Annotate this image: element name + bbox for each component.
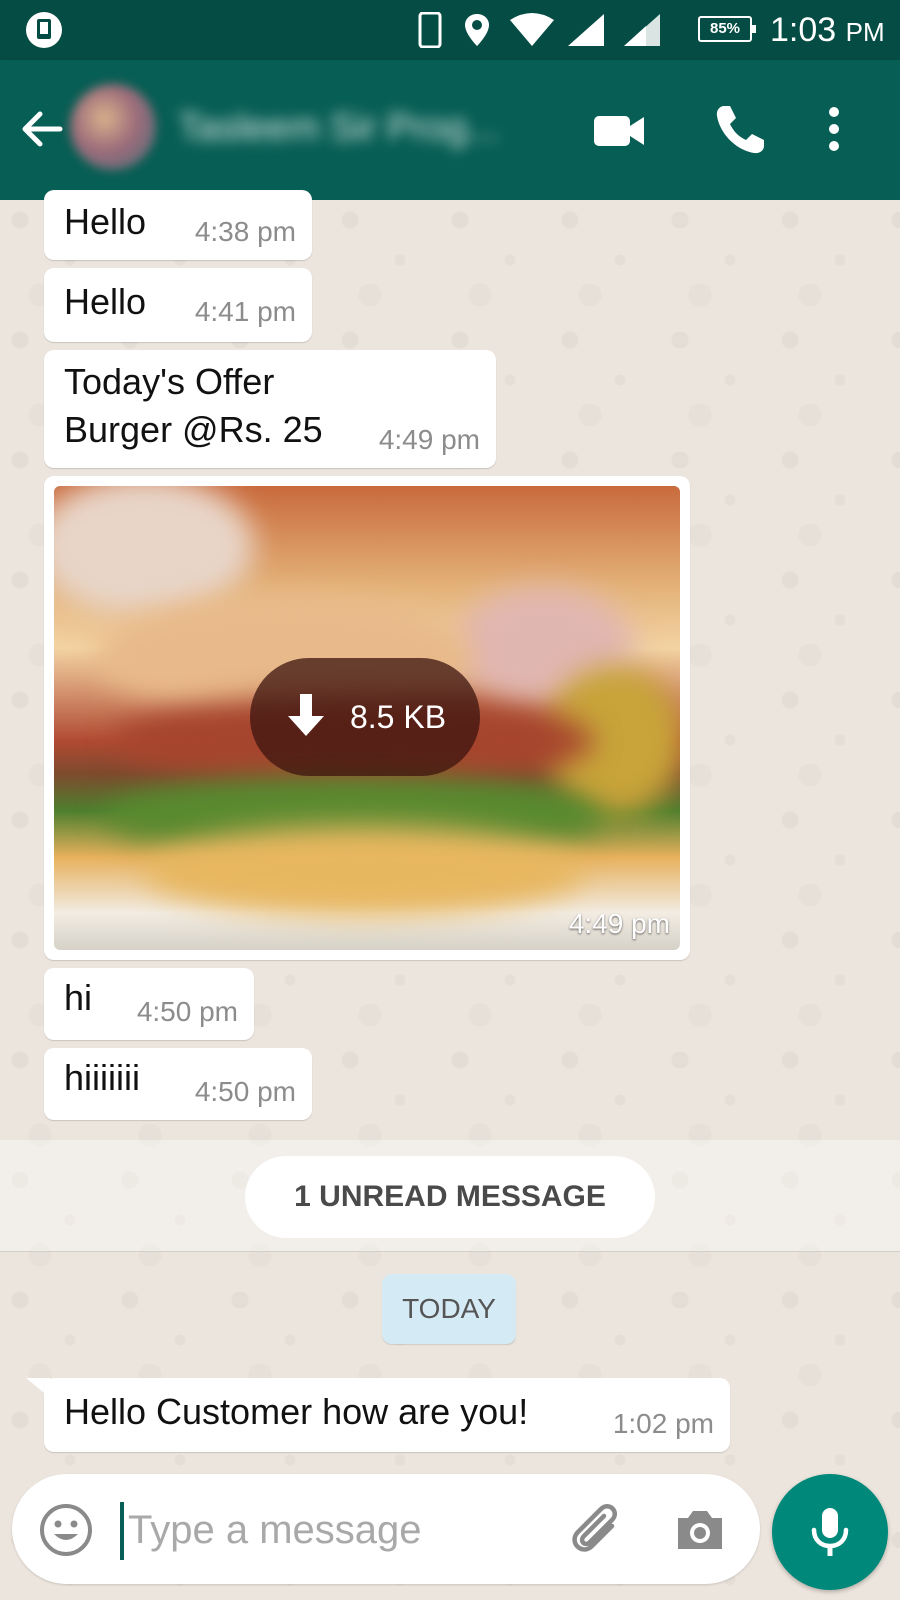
- contact-name[interactable]: Tasleem Sir Prog...: [178, 106, 558, 150]
- video-call-icon[interactable]: [590, 100, 650, 160]
- message-text: hi: [64, 977, 93, 1018]
- battery-indicator: 85%: [698, 16, 756, 42]
- back-arrow-icon[interactable]: [18, 106, 64, 152]
- clock-ampm: PM: [845, 17, 885, 47]
- unread-banner: 1 UNREAD MESSAGE: [0, 1140, 900, 1252]
- message-bubble[interactable]: hiiiiiii 4:50 pm: [44, 1048, 312, 1120]
- download-button[interactable]: 8.5 KB: [250, 658, 480, 776]
- message-text: Hello: [64, 201, 147, 242]
- message-composer: [12, 1474, 760, 1584]
- message-time: 4:38 pm: [194, 216, 296, 247]
- contact-avatar[interactable]: [70, 84, 156, 170]
- phone-icon[interactable]: [710, 100, 770, 160]
- message-bubble[interactable]: Hello 4:41 pm: [44, 268, 312, 342]
- message-time: 1:02 pm: [612, 1408, 714, 1439]
- unread-count-label: 1 UNREAD MESSAGE: [245, 1156, 655, 1238]
- message-input[interactable]: [128, 1498, 428, 1562]
- message-text: Hello: [64, 281, 147, 322]
- more-vert-icon[interactable]: [816, 100, 852, 160]
- message-text: Hello Customer how are you!: [64, 1391, 529, 1432]
- download-size: 8.5 KB: [349, 698, 447, 735]
- status-bar: 85% 1:03 PM: [0, 0, 900, 60]
- phone-device-icon: [418, 12, 442, 48]
- message-time: 4:50 pm: [136, 996, 238, 1027]
- message-text-line1: Today's Offer: [64, 361, 275, 402]
- chat-header: Tasleem Sir Prog...: [0, 60, 900, 200]
- attach-icon[interactable]: [564, 1498, 628, 1562]
- signal-sim2-icon: [624, 14, 660, 46]
- clock-time: 1:03: [770, 11, 837, 49]
- clock: 1:03 PM: [770, 10, 885, 52]
- message-time: 4:50 pm: [194, 1076, 296, 1107]
- date-divider: TODAY: [382, 1274, 516, 1344]
- message-time: 4:41 pm: [194, 296, 296, 327]
- message-text: hiiiiiii: [64, 1057, 141, 1098]
- image-message[interactable]: 8.5 KB 4:49 pm: [44, 476, 690, 960]
- camera-icon[interactable]: [672, 1502, 728, 1558]
- message-bubble[interactable]: hi 4:50 pm: [44, 968, 254, 1040]
- mic-button[interactable]: [772, 1474, 888, 1590]
- message-text-line2: Burger @Rs. 25: [64, 409, 323, 450]
- download-arrow-icon: [287, 694, 324, 736]
- incoming-message-bubble[interactable]: Hello Customer how are you! 1:02 pm: [44, 1378, 730, 1452]
- signal-sim1-icon: [568, 14, 604, 46]
- notification-icon: [26, 12, 62, 48]
- emoji-icon[interactable]: [38, 1502, 94, 1558]
- message-bubble[interactable]: Hello 4:38 pm: [44, 190, 312, 260]
- message-time: 4:49 pm: [568, 908, 670, 939]
- message-bubble[interactable]: Today's Offer Burger @Rs. 25 4:49 pm: [44, 350, 496, 468]
- location-icon: [465, 14, 489, 46]
- message-time: 4:49 pm: [378, 424, 480, 455]
- wifi-icon: [510, 13, 554, 46]
- mic-icon: [811, 1508, 849, 1556]
- text-cursor: [120, 1502, 124, 1560]
